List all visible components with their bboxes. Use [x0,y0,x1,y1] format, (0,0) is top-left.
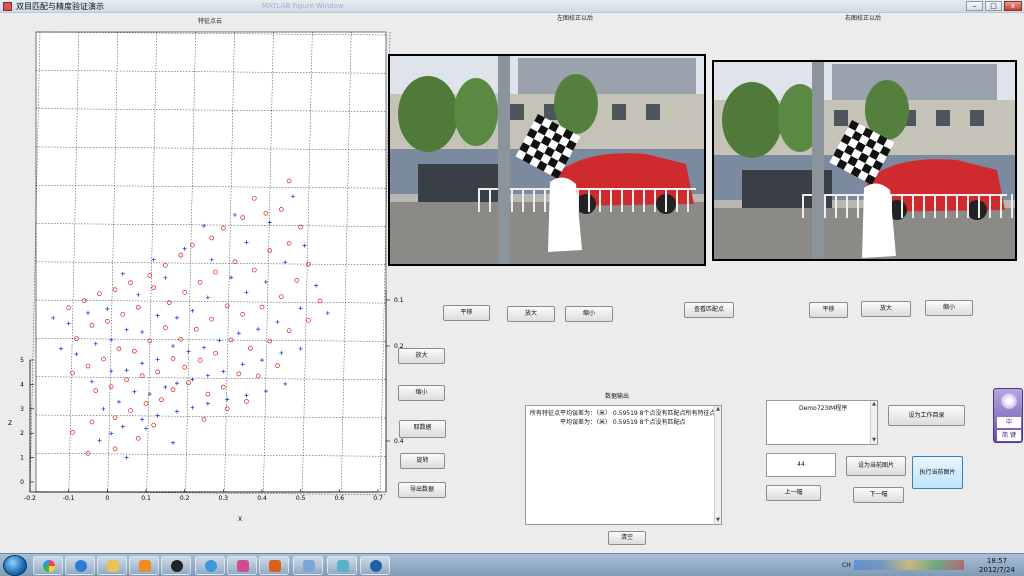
data-output-box[interactable]: 所有特征点平均误差为：（米） 0.59519 8个点没有匹配点所有特征点 平均误… [525,405,722,525]
clock-time: 18:57 [986,557,1008,565]
folder-icon[interactable] [97,556,127,575]
pan-right-button[interactable]: 平移 [809,302,848,318]
pan-left-button[interactable]: 平移 [443,305,490,321]
network-app-icon[interactable] [360,556,390,575]
set-current-image-button[interactable]: 设为当前图片 [846,456,906,476]
figure-window-icon[interactable] [293,556,323,575]
x-axis-label: X [238,516,242,523]
z-tick-label: 0 [20,479,24,486]
ime-toolbar[interactable]: 中 简 键 [993,388,1023,443]
data-output-title: 数据输出 [605,393,630,400]
x-tick-label: -0.2 [24,495,36,502]
x-tick-label: 0.6 [335,495,345,502]
prev-image-button[interactable]: 上一幅 [766,485,821,501]
image-index-field[interactable]: 44 [766,453,836,477]
output-scrollbar[interactable]: ▲ ▼ [714,406,721,524]
y-tick-label: 0.1 [394,297,404,304]
next-image-button[interactable]: 下一幅 [853,487,904,503]
qq-icon[interactable] [161,556,191,575]
ie-icon[interactable] [65,556,95,575]
x-tick-label: 0.1 [141,495,151,502]
zoom-out-left-button[interactable]: 缩小 [565,306,613,322]
clock[interactable]: 18:57 2012/7/24 [972,557,1022,575]
zoom-out-button[interactable]: 缩小 [398,385,445,401]
x-tick-label: 0.5 [296,495,306,502]
x-tick-label: 0.3 [219,495,229,502]
left-image [388,54,706,266]
tray-icons[interactable] [854,560,964,570]
scroll-down-arrow-icon[interactable]: ▼ [715,517,721,524]
language-indicator[interactable]: CH [842,562,851,569]
view-matches-button[interactable]: 查看匹配点 [684,302,734,318]
get-data-button[interactable]: 取数据 [399,420,446,438]
matlab-icon[interactable] [259,556,289,575]
taskbar: CH 18:57 2012/7/24 [0,553,1024,576]
file-list-item[interactable]: Demo723IM程序 [799,403,847,412]
right-image [712,60,1017,261]
ime-mode[interactable]: 中 [997,417,1021,428]
flower-icon [1001,393,1017,409]
export-data-button[interactable]: 导出数据 [398,482,446,498]
set-workdir-button[interactable]: 设为工作目录 [888,405,965,426]
z-tick-label: 5 [20,357,24,364]
x-tick-label: -0.1 [63,495,75,502]
app-window-icon[interactable] [327,556,357,575]
y-tick-label: 0.4 [394,438,404,445]
z-axis-label: Z [8,420,12,427]
rotate-button[interactable]: 旋转 [400,453,445,469]
x-tick-label: 0.4 [257,495,267,502]
clock-date: 2012/7/24 [979,566,1015,574]
x-tick-label: 0.2 [180,495,190,502]
browser-icon[interactable] [195,556,225,575]
output-line: 平均误差为：（米） 0.59519 8个点没有匹配点 [560,419,686,426]
z-tick-label: 3 [20,406,24,413]
clear-button[interactable]: 清空 [608,531,646,545]
scroll-down-arrow-icon[interactable]: ▼ [871,437,877,444]
run-current-image-button[interactable]: 执行当前图片 [912,456,963,489]
paint-icon[interactable] [227,556,257,575]
ime-options[interactable]: 简 键 [997,430,1021,441]
file-list-scrollbar[interactable]: ▲ ▼ [870,401,877,444]
media-player-icon[interactable] [129,556,159,575]
taskbar-app-icon[interactable] [33,556,63,575]
z-tick-label: 1 [20,455,24,462]
scroll-up-arrow-icon[interactable]: ▲ [871,401,877,408]
zoom-in-right-button[interactable]: 放大 [861,301,911,317]
z-tick-label: 2 [20,430,24,437]
zoom-in-button[interactable]: 放大 [398,348,445,364]
zoom-out-right-button[interactable]: 缩小 [925,300,973,316]
start-button[interactable] [3,555,27,576]
file-listbox[interactable]: Demo723IM程序 ▲ ▼ [766,400,878,445]
x-tick-label: 0.7 [373,495,383,502]
zoom-in-left-button[interactable]: 放大 [507,306,555,322]
z-tick-label: 4 [20,381,24,388]
scroll-up-arrow-icon[interactable]: ▲ [715,406,721,413]
x-tick-label: 0 [105,495,109,502]
output-line: 所有特征点平均误差为：（米） 0.59519 8个点没有匹配点所有特征点 [530,410,716,417]
